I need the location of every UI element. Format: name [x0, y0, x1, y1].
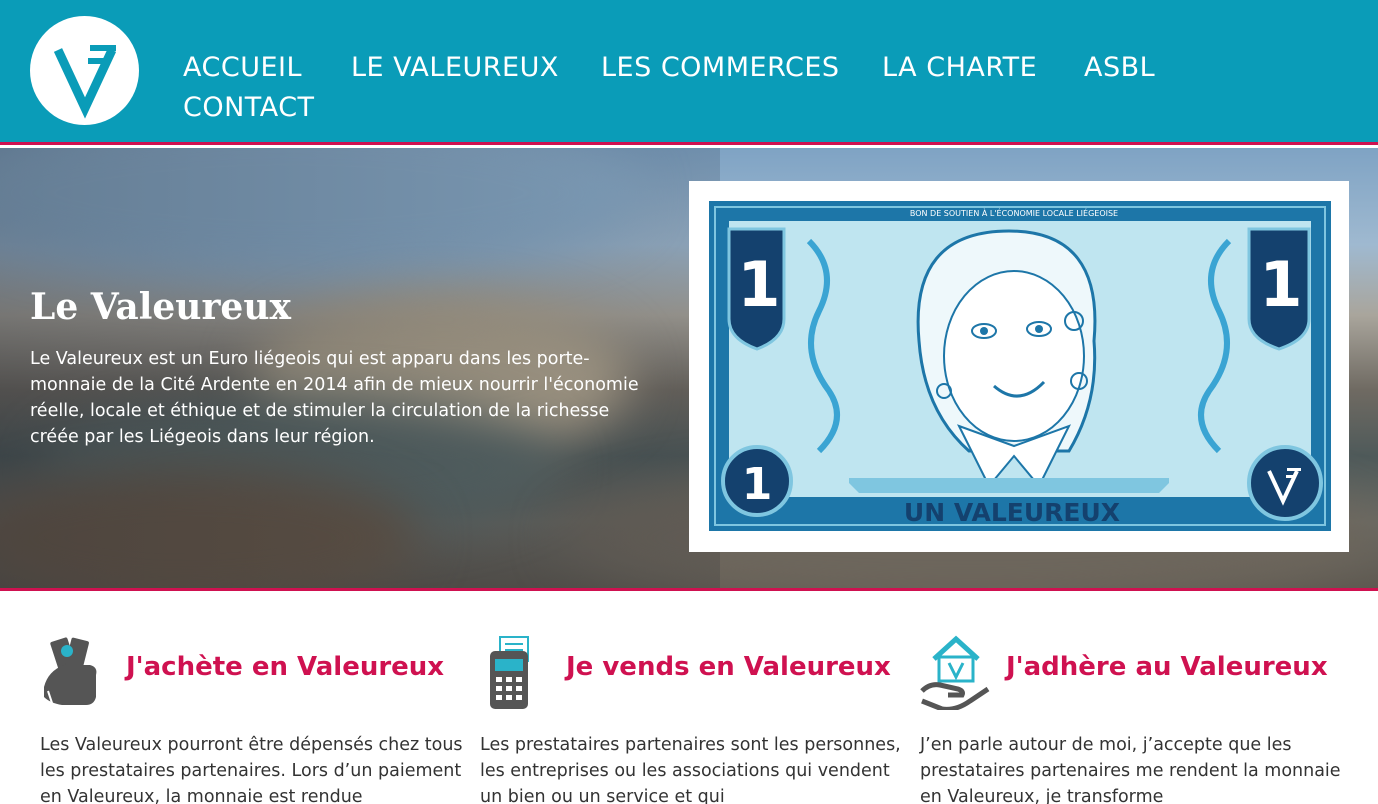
- valeureux-v-logo-icon: [53, 45, 117, 119]
- nav-asbl[interactable]: ASBL: [1084, 50, 1155, 86]
- hand-with-house-icon: [920, 635, 990, 710]
- feature-buy-text: Les Valeureux pourront être dépensés che…: [40, 735, 463, 804]
- feature-sell: Je vends en Valeureux Les prestataires p…: [480, 630, 910, 804]
- banknote-name: UN VALEUREUX: [904, 498, 1120, 527]
- feature-sell-text: Les prestataires partenaires sont les pe…: [480, 735, 901, 804]
- feature-sell-title[interactable]: Je vends en Valeureux: [566, 652, 891, 682]
- hand-with-banknotes-icon: [44, 637, 97, 705]
- payment-terminal-icon: [490, 636, 529, 709]
- nav-le-valeureux[interactable]: LE VALEUREUX: [351, 50, 559, 86]
- banknote-value-top-left: 1: [737, 248, 780, 321]
- feature-buy: J'achète en Valeureux Les Valeureux pour…: [40, 630, 470, 804]
- nav-les-commerces[interactable]: LES COMMERCES: [601, 50, 840, 86]
- feature-join-title[interactable]: J'adhère au Valeureux: [1006, 652, 1328, 682]
- feature-buy-title[interactable]: J'achète en Valeureux: [126, 652, 444, 682]
- nav-contact[interactable]: CONTACT: [183, 90, 315, 126]
- banknote-value-top-right: 1: [1259, 248, 1302, 321]
- feature-join: J'adhère au Valeureux J’en parle autour …: [920, 630, 1350, 804]
- banknote-image: 1 1 1 BON DE SOUTIEN À L'ÉCONOMIE LOCALE…: [689, 181, 1349, 552]
- nav-la-charte[interactable]: LA CHARTE: [882, 50, 1037, 86]
- nav-accueil[interactable]: ACCUEIL: [183, 50, 302, 86]
- hero-divider: [0, 588, 1378, 591]
- hero-description: Le Valeureux est un Euro liégeois qui es…: [30, 349, 639, 447]
- banknote-value-bottom-left: 1: [742, 459, 773, 510]
- hero-title: Le Valeureux: [30, 286, 291, 328]
- banknote-illustration: 1 1 1 BON DE SOUTIEN À L'ÉCONOMIE LOCALE…: [709, 201, 1331, 531]
- valeureux-logo[interactable]: [30, 16, 139, 125]
- site-header: ACCUEIL LE VALEUREUX LES COMMERCES LA CH…: [0, 0, 1378, 145]
- feature-join-text: J’en parle autour de moi, j’accepte que …: [920, 735, 1341, 804]
- banknote-top-text: BON DE SOUTIEN À L'ÉCONOMIE LOCALE LIÉGE…: [910, 207, 1118, 218]
